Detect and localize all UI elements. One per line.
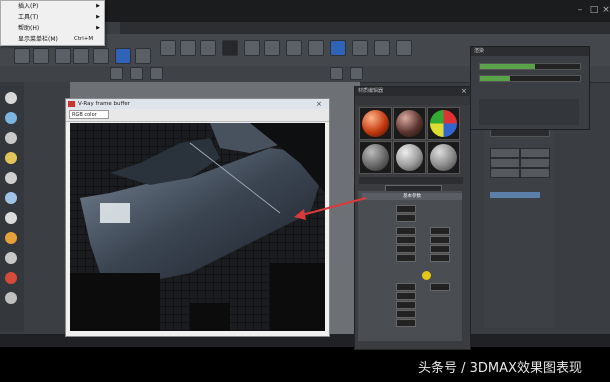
- menu-item-insert[interactable]: 插入(P) ▶: [1, 1, 104, 12]
- unlink-icon[interactable]: [73, 48, 89, 64]
- link-icon[interactable]: [55, 48, 71, 64]
- material-slot-4[interactable]: [359, 141, 392, 174]
- align-icon[interactable]: [264, 40, 280, 56]
- material-slot-3[interactable]: [427, 107, 460, 140]
- desktop-icon-10[interactable]: [5, 272, 17, 284]
- pass-progress-bar: [479, 75, 581, 82]
- material-editor-window: 材质编辑器 × 基本参数: [354, 86, 471, 350]
- material-toolbar: [359, 177, 463, 184]
- select-by-name-icon[interactable]: [135, 48, 151, 64]
- command-button-4[interactable]: [520, 158, 550, 168]
- curve-editor-icon[interactable]: [308, 40, 324, 56]
- hilight-gloss-field[interactable]: [396, 236, 416, 244]
- render-setup-icon[interactable]: [352, 40, 368, 56]
- render-progress-title: 渲染: [471, 47, 589, 56]
- material-slot-2[interactable]: [393, 107, 426, 140]
- desktop-icon-9[interactable]: [5, 252, 17, 264]
- desktop-icon-8[interactable]: [5, 232, 17, 244]
- total-progress-bar: [479, 63, 581, 70]
- command-button-6[interactable]: [520, 168, 550, 178]
- menu-item-show-menubar[interactable]: 显示菜单栏(M) Ctrl+M: [1, 34, 104, 45]
- fog-color-swatch[interactable]: [396, 310, 416, 318]
- vray-logo-icon: [68, 101, 75, 107]
- watermark-text: 头条号 / 3DMAX效果图表现: [418, 361, 582, 376]
- refl-gloss-field[interactable]: [396, 245, 416, 253]
- menu-item-tools[interactable]: 工具(T) ▶: [1, 12, 104, 23]
- frame-buffer-title: V-Ray frame buffer: [66, 99, 329, 109]
- command-panel: [484, 128, 554, 328]
- desktop-icon-3[interactable]: [5, 132, 17, 144]
- frame-buffer-toolbar: RGB color: [66, 109, 329, 122]
- desktop-icon-2[interactable]: [5, 112, 17, 124]
- ior-field[interactable]: [430, 283, 450, 291]
- fog-multiplier-field[interactable]: [396, 319, 416, 327]
- material-editor-menu: [355, 96, 470, 105]
- render-canvas[interactable]: [70, 123, 325, 331]
- channel-select[interactable]: RGB color: [69, 110, 109, 119]
- max-depth-field[interactable]: [430, 254, 450, 262]
- rotate-icon[interactable]: [180, 40, 196, 56]
- fresnel-field[interactable]: [430, 236, 450, 244]
- mirror-icon[interactable]: [244, 40, 260, 56]
- annotation-arrow: [294, 197, 367, 220]
- roughness-field[interactable]: [396, 214, 416, 222]
- material-editor-close-icon[interactable]: ×: [461, 87, 467, 96]
- refract-swatch[interactable]: [396, 283, 416, 291]
- window-crossing-icon[interactable]: [130, 67, 143, 80]
- desktop-icon-5[interactable]: [5, 172, 17, 184]
- scale-icon[interactable]: [200, 40, 216, 56]
- render-progress-window: 渲染: [470, 46, 590, 130]
- render-icon[interactable]: [396, 40, 412, 56]
- desktop-icon-4[interactable]: [5, 152, 17, 164]
- left-toolbar: [0, 82, 24, 332]
- object-name-field[interactable]: [490, 192, 540, 198]
- select-object-icon[interactable]: [115, 48, 131, 64]
- named-sets-icon[interactable]: [330, 67, 343, 80]
- frame-buffer-close-icon[interactable]: ×: [316, 100, 325, 108]
- close-icon[interactable]: ×: [600, 4, 610, 16]
- context-menu: 插入(P) ▶ 工具(T) ▶ 帮助(H) ▶ 显示菜单栏(M) Ctrl+M: [0, 0, 105, 46]
- command-button-2[interactable]: [520, 148, 550, 158]
- pivot-icon[interactable]: [150, 67, 163, 80]
- render-info-box: [479, 99, 579, 125]
- desktop-icon-11[interactable]: [5, 292, 17, 304]
- command-button-3[interactable]: [490, 158, 520, 168]
- undo-icon[interactable]: [14, 48, 30, 64]
- command-button-5[interactable]: [490, 168, 520, 178]
- glossiness-field[interactable]: [396, 292, 416, 300]
- refract-subdivs-field[interactable]: [396, 301, 416, 309]
- schematic-icon[interactable]: [350, 67, 363, 80]
- reflect-swatch[interactable]: [396, 227, 416, 235]
- render-frame-icon[interactable]: [374, 40, 390, 56]
- desktop-icon-1[interactable]: [5, 92, 17, 104]
- material-editor-icon[interactable]: [330, 40, 346, 56]
- command-button-1[interactable]: [490, 148, 520, 158]
- reflect-subdivs-field[interactable]: [430, 227, 450, 235]
- scene-explorer: [24, 82, 71, 332]
- subdivs-field[interactable]: [396, 254, 416, 262]
- material-slot-1[interactable]: [359, 107, 392, 140]
- menu-strip: [120, 22, 610, 34]
- move-icon[interactable]: [160, 40, 176, 56]
- maximize-icon[interactable]: □: [588, 4, 600, 16]
- layer-icon[interactable]: [286, 40, 302, 56]
- selection-filter-icon[interactable]: [110, 67, 123, 80]
- material-editor-title: 材质编辑器: [355, 87, 470, 96]
- desktop-icon-6[interactable]: [5, 192, 17, 204]
- material-slot-5[interactable]: [393, 141, 426, 174]
- menu-item-help[interactable]: 帮助(H) ▶: [1, 23, 104, 34]
- minimize-icon[interactable]: –: [574, 4, 586, 16]
- bind-icon[interactable]: [93, 48, 109, 64]
- diffuse-swatch[interactable]: [396, 205, 416, 213]
- redo-icon[interactable]: [33, 48, 49, 64]
- basic-params-header[interactable]: 基本参数: [362, 193, 462, 200]
- desktop-icon-7[interactable]: [5, 212, 17, 224]
- material-properties: 基本参数: [358, 191, 462, 341]
- cursor-icon: [422, 271, 431, 280]
- render-image: [70, 123, 325, 331]
- material-slot-6[interactable]: [427, 141, 460, 174]
- fresnel-ior-field[interactable]: [430, 245, 450, 253]
- snap-icon[interactable]: [222, 40, 238, 56]
